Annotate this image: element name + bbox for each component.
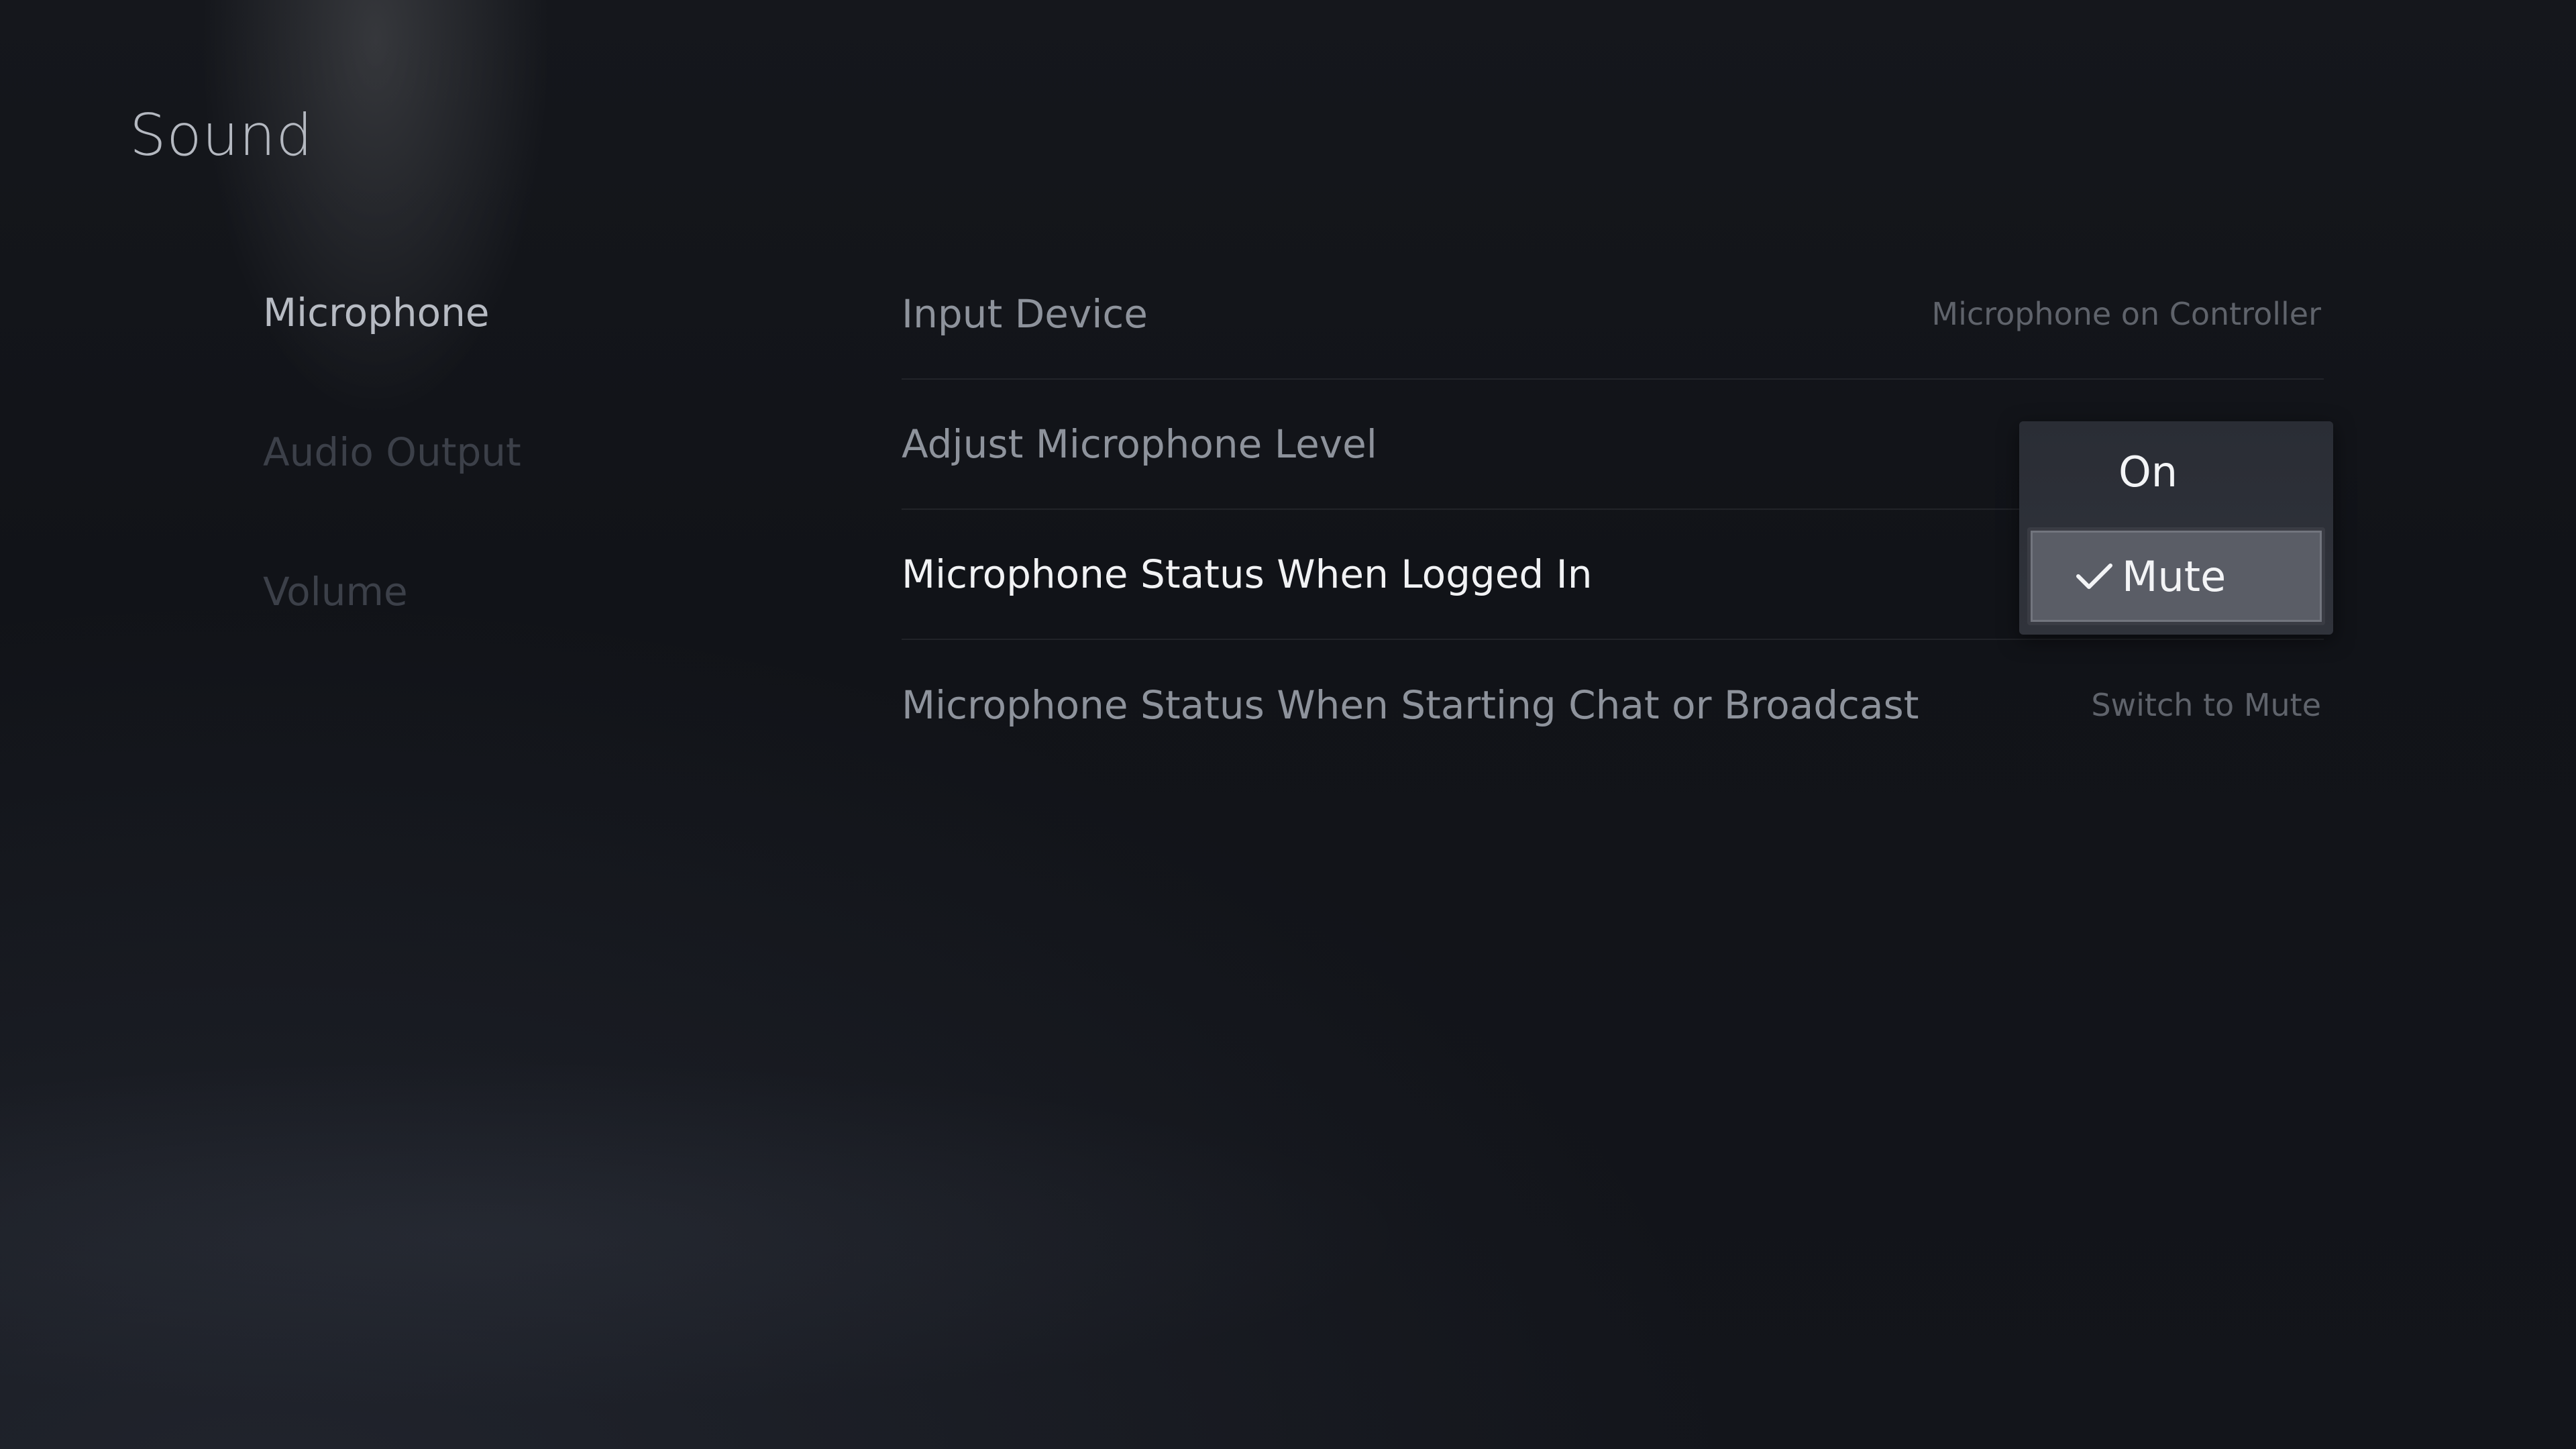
page-title: Sound xyxy=(129,102,313,169)
sidebar-item-volume[interactable]: Volume xyxy=(263,561,521,700)
setting-value: Switch to Mute xyxy=(2091,687,2321,723)
setting-value: Microphone on Controller xyxy=(1931,296,2321,332)
setting-row-microphone-status-chat-broadcast[interactable]: Microphone Status When Starting Chat or … xyxy=(902,640,2324,770)
microphone-status-dropdown: On Mute xyxy=(2019,421,2333,635)
sidebar-item-audio-output[interactable]: Audio Output xyxy=(263,421,521,561)
setting-row-input-device[interactable]: Input Device Microphone on Controller xyxy=(902,250,2324,380)
dropdown-option-mute[interactable]: Mute xyxy=(2027,527,2325,625)
setting-label: Input Device xyxy=(902,291,1148,337)
setting-label: Adjust Microphone Level xyxy=(902,421,1377,467)
sidebar-item-microphone[interactable]: Microphone xyxy=(263,282,521,421)
option-label: On xyxy=(2118,447,2178,496)
dropdown-option-on[interactable]: On xyxy=(2027,423,2325,521)
setting-label: Microphone Status When Logged In xyxy=(902,551,1593,597)
option-label: Mute xyxy=(2122,551,2226,601)
setting-label: Microphone Status When Starting Chat or … xyxy=(902,682,1919,728)
sidebar-nav: Microphone Audio Output Volume xyxy=(263,282,521,700)
